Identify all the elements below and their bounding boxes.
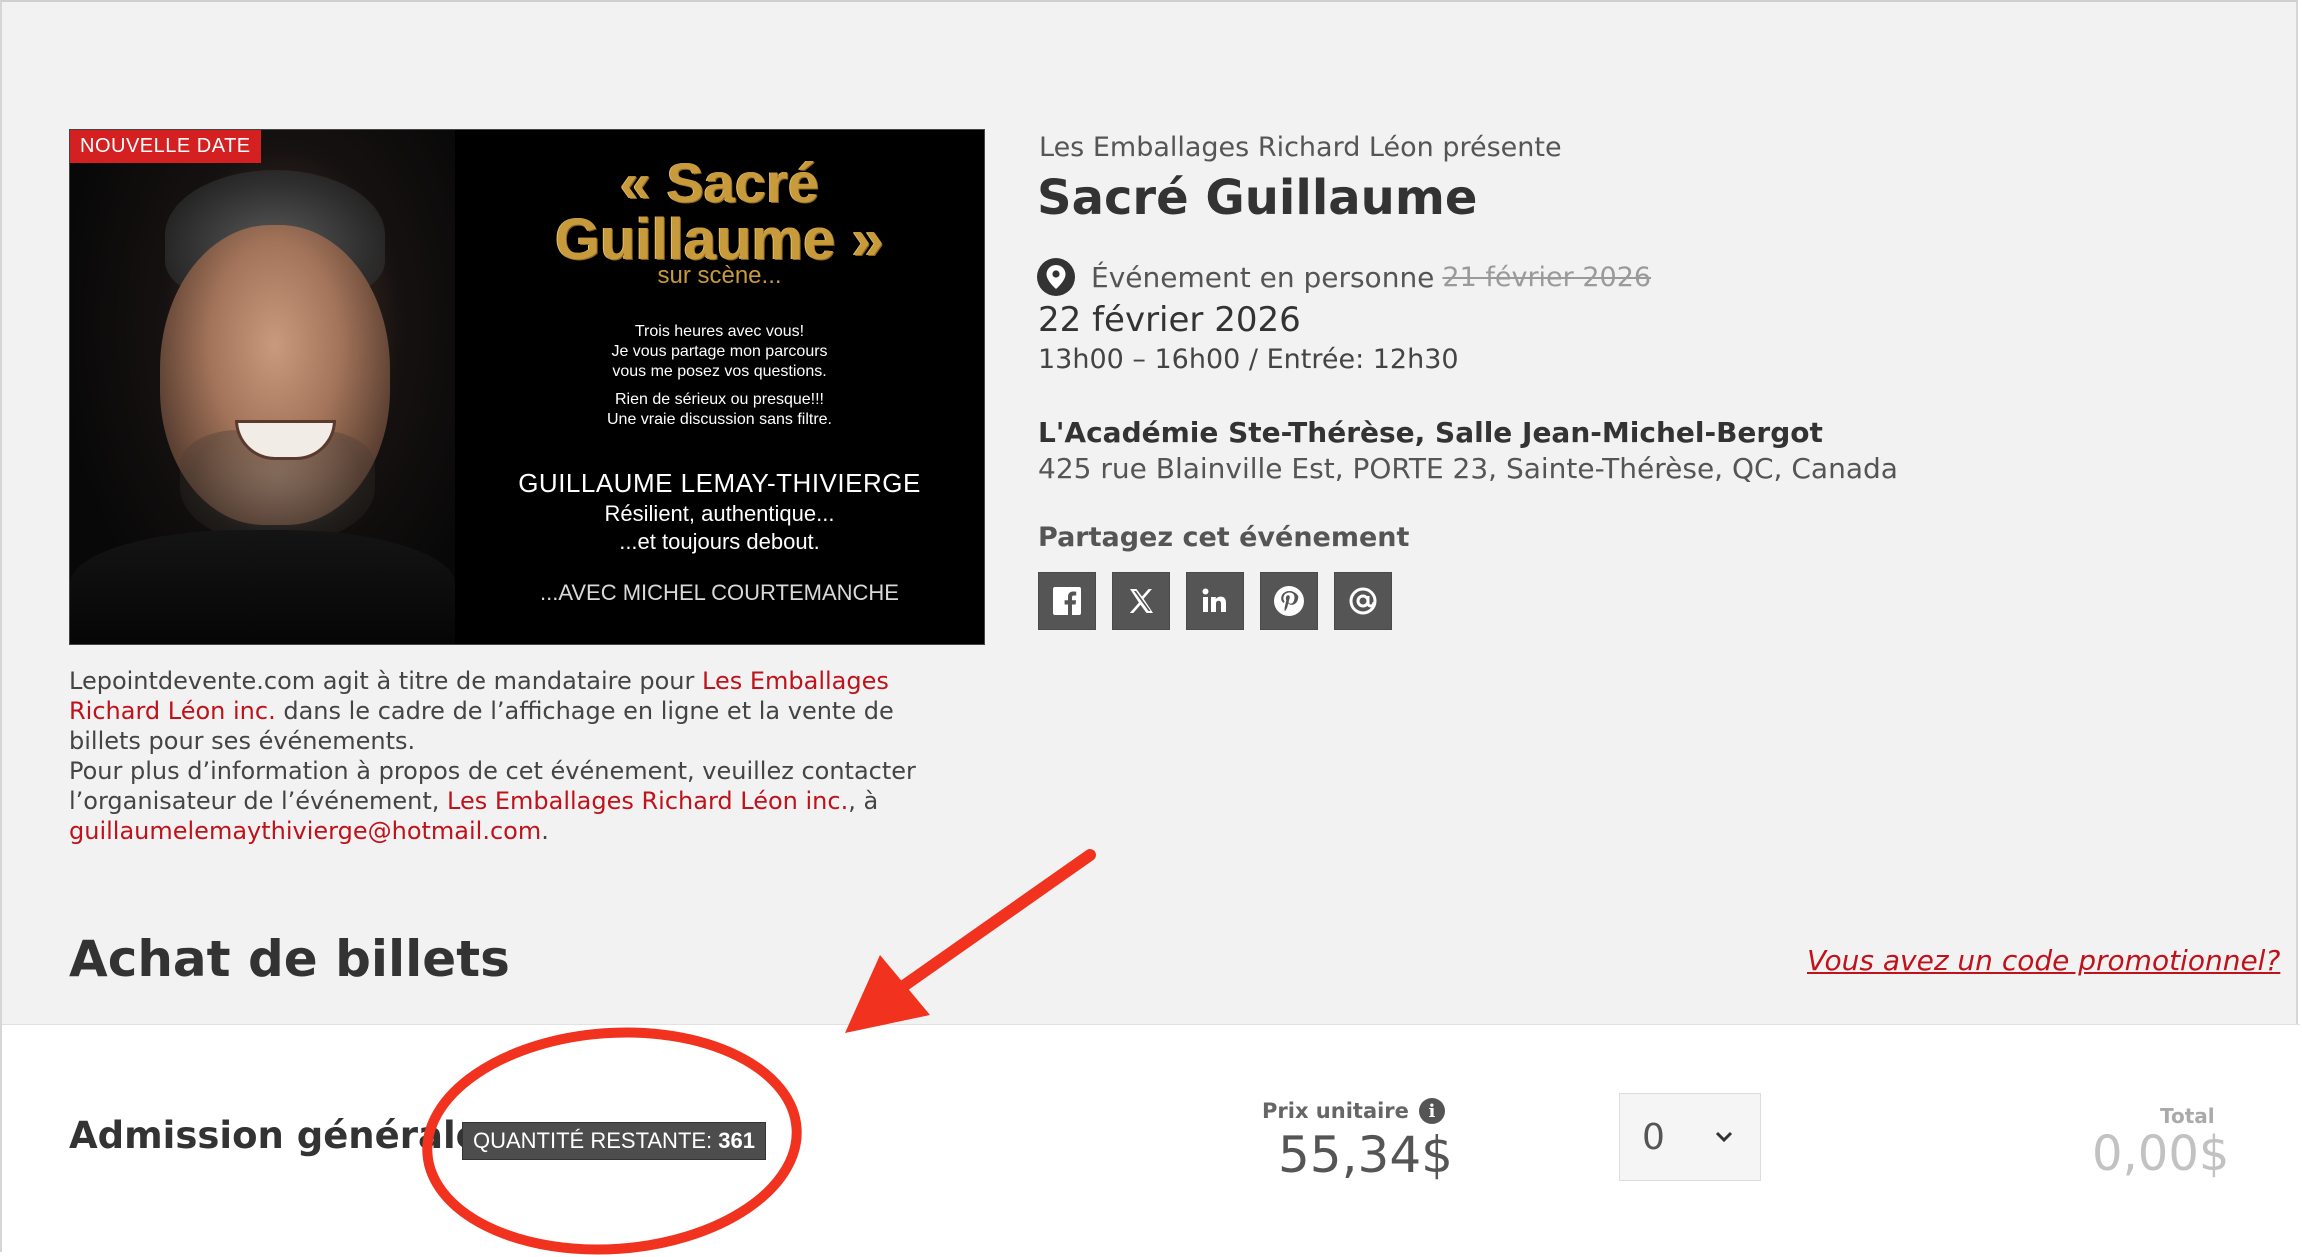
unit-price-label: Prix unitaire [1262,1099,1409,1123]
organizer-email-link[interactable]: guillaumelemaythivierge@hotmail.com [69,817,541,845]
poster-tagline: ...et toujours debout. [619,529,820,554]
poster-blurb: Trois heures avec vous! [634,323,805,340]
poster-tagline: Résilient, authentique... [604,501,835,526]
poster-title-line3: sur scène... [657,262,782,289]
poster-blurb: vous me posez vos questions. [612,363,827,380]
promo-code-link[interactable]: Vous avez un code promotionnel? [1807,944,2280,977]
poster-blurb: Rien de sérieux ou presque!!! [614,391,824,408]
remaining-quantity-badge: QUANTITÉ RESTANTE: 361 [462,1122,767,1160]
event-date: 22 février 2026 [1038,300,1301,340]
poster-photo [70,130,455,644]
email-icon[interactable] [1334,572,1392,630]
new-date-badge: NOUVELLE DATE [70,130,261,163]
poster-title-line1: « Sacré [619,151,820,214]
organizer-link[interactable]: Les Emballages Richard Léon inc. [447,787,848,815]
location-pin-icon [1037,258,1075,296]
tickets-section-title: Achat de billets [69,930,510,988]
facebook-icon[interactable] [1038,572,1096,630]
page: NOUVELLE DATE « Sacré Guillaume » sur sc… [0,0,2300,1257]
unit-price: 55,34$ [1278,1126,1453,1184]
quantity-select-value: 0 [1642,1116,1665,1158]
poster-artist: GUILLAUME LEMAY-THIVIERGE [518,468,921,498]
chevron-down-icon [1715,1131,1733,1143]
x-icon[interactable] [1112,572,1170,630]
organizer-disclaimer: Lepointdevente.com agit à titre de manda… [69,666,969,846]
total-amount: 0,00$ [2092,1126,2230,1182]
total-label: Total [2160,1104,2215,1128]
disclaimer-text: . [541,817,549,845]
linkedin-icon[interactable] [1186,572,1244,630]
info-icon[interactable]: i [1418,1098,1445,1124]
event-poster: NOUVELLE DATE « Sacré Guillaume » sur sc… [69,129,985,645]
poster-blurb: Je vous partage mon parcours [611,343,828,360]
poster-with: ...AVEC MICHEL COURTEMANCHE [540,580,899,605]
old-date: 21 février 2026 [1442,261,1652,293]
quantity-select[interactable]: 0 [1619,1093,1761,1181]
disclaimer-text: Lepointdevente.com agit à titre de manda… [69,667,703,695]
poster-text: « Sacré Guillaume » sur scène... Trois h… [455,130,984,644]
event-time: 13h00 – 16h00 / Entrée: 12h30 [1038,344,1459,375]
event-venue: L'Académie Ste-Thérèse, Salle Jean-Miche… [1038,416,1823,449]
disclaimer-text: , à [848,787,879,815]
ticket-name: Admission générale [69,1114,481,1157]
remaining-quantity-label: QUANTITÉ RESTANTE: [473,1128,713,1153]
remaining-quantity-value: 361 [718,1128,756,1153]
event-presenter: Les Emballages Richard Léon présente [1039,132,1562,163]
share-buttons [1038,572,1392,630]
event-type-row: Événement en personne 21 février 2026 [1037,258,1651,296]
unit-price-header: Prix unitaire i [1262,1098,1445,1124]
event-type: Événement en personne [1091,260,1435,294]
event-address: 425 rue Blainville Est, PORTE 23, Sainte… [1038,452,1898,485]
share-label: Partagez cet événement [1038,522,1410,553]
poster-blurb: Une vraie discussion sans filtre. [607,411,832,428]
pinterest-icon[interactable] [1260,572,1318,630]
event-title: Sacré Guillaume [1037,170,1478,226]
